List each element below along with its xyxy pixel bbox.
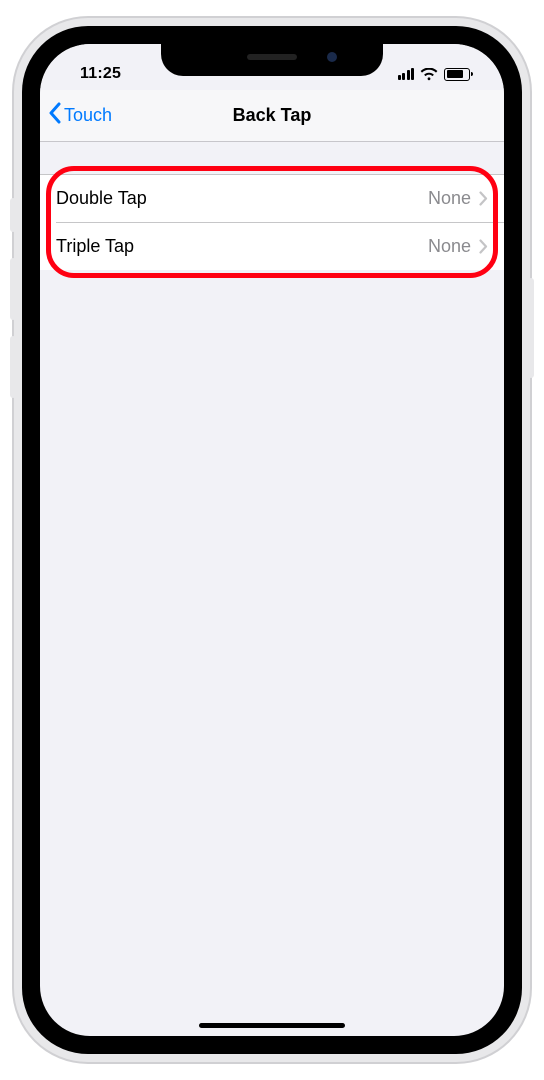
row-label: Double Tap xyxy=(56,188,147,209)
screen: 11:25 Touch Back Tap xyxy=(40,44,504,1036)
chevron-right-icon xyxy=(479,191,488,206)
volume-up xyxy=(10,258,16,320)
front-camera xyxy=(327,52,337,62)
nav-bar: Touch Back Tap xyxy=(40,90,504,142)
earpiece xyxy=(247,54,297,60)
row-label: Triple Tap xyxy=(56,236,134,257)
status-time: 11:25 xyxy=(80,65,121,83)
chevron-left-icon xyxy=(48,102,62,129)
power-button xyxy=(528,278,534,378)
battery-icon xyxy=(444,68,470,81)
page-title: Back Tap xyxy=(233,105,312,126)
status-right xyxy=(398,68,471,81)
home-indicator[interactable] xyxy=(199,1023,345,1028)
settings-group: Double Tap None Triple Tap None xyxy=(40,174,504,270)
volume-down xyxy=(10,336,16,398)
back-label: Touch xyxy=(64,105,112,126)
chevron-right-icon xyxy=(479,239,488,254)
row-double-tap[interactable]: Double Tap None xyxy=(40,174,504,222)
notch xyxy=(161,44,383,76)
row-value: None xyxy=(428,236,471,257)
row-triple-tap[interactable]: Triple Tap None xyxy=(40,222,504,270)
back-button[interactable]: Touch xyxy=(48,90,112,141)
row-value: None xyxy=(428,188,471,209)
wifi-icon xyxy=(420,68,438,81)
cellular-signal-icon xyxy=(398,68,415,81)
mute-switch xyxy=(10,198,16,232)
phone-frame: 11:25 Touch Back Tap xyxy=(22,26,522,1054)
content: Double Tap None Triple Tap None xyxy=(40,142,504,270)
phone-mockup: 11:25 Touch Back Tap xyxy=(14,18,530,1062)
